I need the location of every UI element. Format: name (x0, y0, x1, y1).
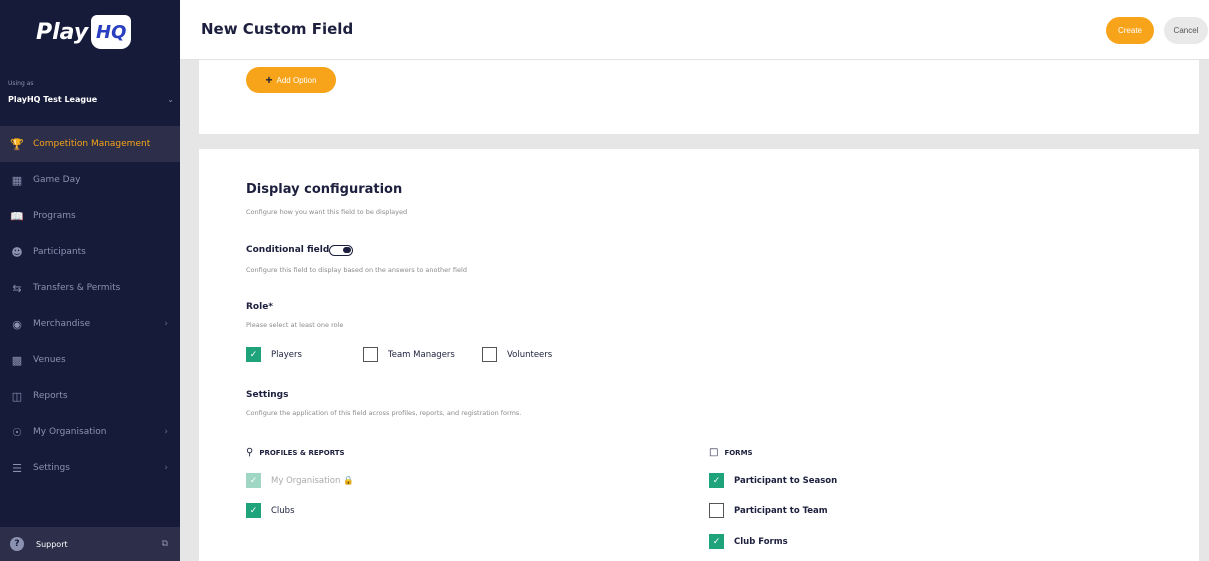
sliders-icon: ☰ (12, 461, 22, 475)
sidebar-item-label: Settings (33, 463, 70, 473)
scoreboard-icon: ▦ (11, 173, 23, 187)
logo-badge: HQ (91, 15, 132, 49)
external-link-icon: ⧉ (161, 539, 168, 549)
sidebar-item-settings[interactable]: ☰ Settings › (0, 450, 180, 486)
lock-icon: 🔒 (343, 476, 354, 486)
conditional-field-label: Conditional field (246, 245, 330, 255)
role-team-managers-checkbox[interactable] (363, 347, 378, 362)
form-participant-to-team-checkbox[interactable] (709, 503, 724, 518)
document-icon: □ (709, 447, 719, 458)
chevron-down-icon: ⌄ (167, 94, 174, 104)
sidebar-item-label: Merchandise (33, 319, 91, 329)
conditional-field-toggle[interactable] (329, 245, 353, 256)
globe-icon: ☉ (12, 425, 22, 439)
form-participant-to-season-label: Participant to Season (734, 476, 838, 486)
profile-clubs-checkbox[interactable]: ✓ (246, 503, 261, 518)
sidebar-item-participants[interactable]: ☻ Participants (0, 234, 180, 270)
role-team-managers-label: Team Managers (388, 350, 455, 360)
profile-my-organisation-checkbox: ✓ (246, 473, 261, 488)
organisation-name: PlayHQ Test League (8, 94, 98, 104)
page-title: New Custom Field (201, 20, 354, 38)
sidebar-item-label: Participants (33, 247, 86, 257)
section-title: Display configuration (246, 182, 403, 197)
playhq-logo[interactable]: Play HQ (36, 14, 132, 50)
support-button[interactable]: ? Support ⧉ (0, 527, 180, 561)
options-card: + Add Option (199, 60, 1199, 134)
person-icon: ⚲ (246, 447, 254, 458)
profile-clubs-label: Clubs (271, 506, 295, 516)
cancel-button[interactable]: Cancel (1164, 17, 1208, 44)
sidebar-item-my-organisation[interactable]: ☉ My Organisation › (0, 414, 180, 450)
profile-my-organisation-label: My Organisation 🔒 (271, 476, 354, 486)
role-label: Role* (246, 302, 274, 312)
settings-label: Settings (246, 390, 289, 400)
conditional-field-description: Configure this field to display based on… (246, 266, 467, 274)
chevron-right-icon: › (164, 319, 168, 329)
sidebar-item-label: Programs (33, 211, 76, 221)
sidebar-item-programs[interactable]: 📖 Programs (0, 198, 180, 234)
forms-header: □ FORMS (709, 447, 753, 458)
book-icon: 📖 (10, 209, 24, 223)
forms-label: FORMS (724, 448, 753, 457)
page-header: New Custom Field Create Cancel (180, 0, 1209, 60)
plus-icon: + (265, 73, 273, 87)
trophy-icon: 🏆 (10, 137, 24, 151)
form-participant-to-season-checkbox[interactable]: ✓ (709, 473, 724, 488)
chevron-right-icon: › (164, 463, 168, 473)
using-as-label: Using as (8, 80, 34, 87)
logo-text: Play (36, 19, 89, 45)
transfer-arrows-icon: ⇆ (12, 281, 22, 295)
chart-icon: ◫ (11, 389, 23, 403)
people-icon: ☻ (11, 245, 23, 259)
help-icon: ? (10, 537, 24, 551)
sidebar-item-label: Competition Management (33, 139, 151, 149)
sidebar-item-transfers-permits[interactable]: ⇆ Transfers & Permits (0, 270, 180, 306)
role-description: Please select at least one role (246, 321, 344, 329)
add-option-button[interactable]: + Add Option (246, 67, 336, 93)
section-subtitle: Configure how you want this field to be … (246, 208, 408, 216)
sidebar-item-reports[interactable]: ◫ Reports (0, 378, 180, 414)
shirt-icon: ◉ (12, 317, 22, 331)
form-club-forms-label: Club Forms (734, 537, 788, 547)
sidebar-item-game-day[interactable]: ▦ Game Day (0, 162, 180, 198)
sidebar-item-label: Transfers & Permits (33, 283, 121, 293)
profiles-reports-header: ⚲ PROFILES & REPORTS (246, 447, 345, 458)
create-button[interactable]: Create (1106, 17, 1154, 44)
sidebar-item-label: My Organisation (33, 427, 107, 437)
add-option-label: Add Option (276, 75, 317, 85)
sidebar-item-competition-management[interactable]: 🏆 Competition Management (0, 126, 180, 162)
display-configuration-card: Display configuration Configure how you … (199, 149, 1199, 561)
sidebar-item-label: Reports (33, 391, 68, 401)
role-players-label: Players (271, 350, 302, 360)
role-volunteers-label: Volunteers (507, 350, 553, 360)
role-volunteers-checkbox[interactable] (482, 347, 497, 362)
profiles-reports-label: PROFILES & REPORTS (259, 448, 345, 457)
form-club-forms-checkbox[interactable]: ✓ (709, 534, 724, 549)
sidebar-item-label: Game Day (33, 175, 81, 185)
chevron-right-icon: › (164, 427, 168, 437)
sidebar-item-merchandise[interactable]: ◉ Merchandise › (0, 306, 180, 342)
role-players-checkbox[interactable]: ✓ (246, 347, 261, 362)
settings-description: Configure the application of this field … (246, 409, 522, 417)
organisation-selector[interactable]: PlayHQ Test League ⌄ (8, 92, 174, 106)
sidebar: Play HQ Using as PlayHQ Test League ⌄ 🏆 … (0, 0, 180, 561)
form-participant-to-team-label: Participant to Team (734, 506, 828, 516)
sidebar-item-venues[interactable]: ▩ Venues (0, 342, 180, 378)
sidebar-item-label: Venues (33, 355, 66, 365)
sidebar-nav: 🏆 Competition Management ▦ Game Day 📖 Pr… (0, 126, 180, 486)
support-label: Support (36, 539, 68, 549)
stadium-icon: ▩ (11, 353, 23, 367)
